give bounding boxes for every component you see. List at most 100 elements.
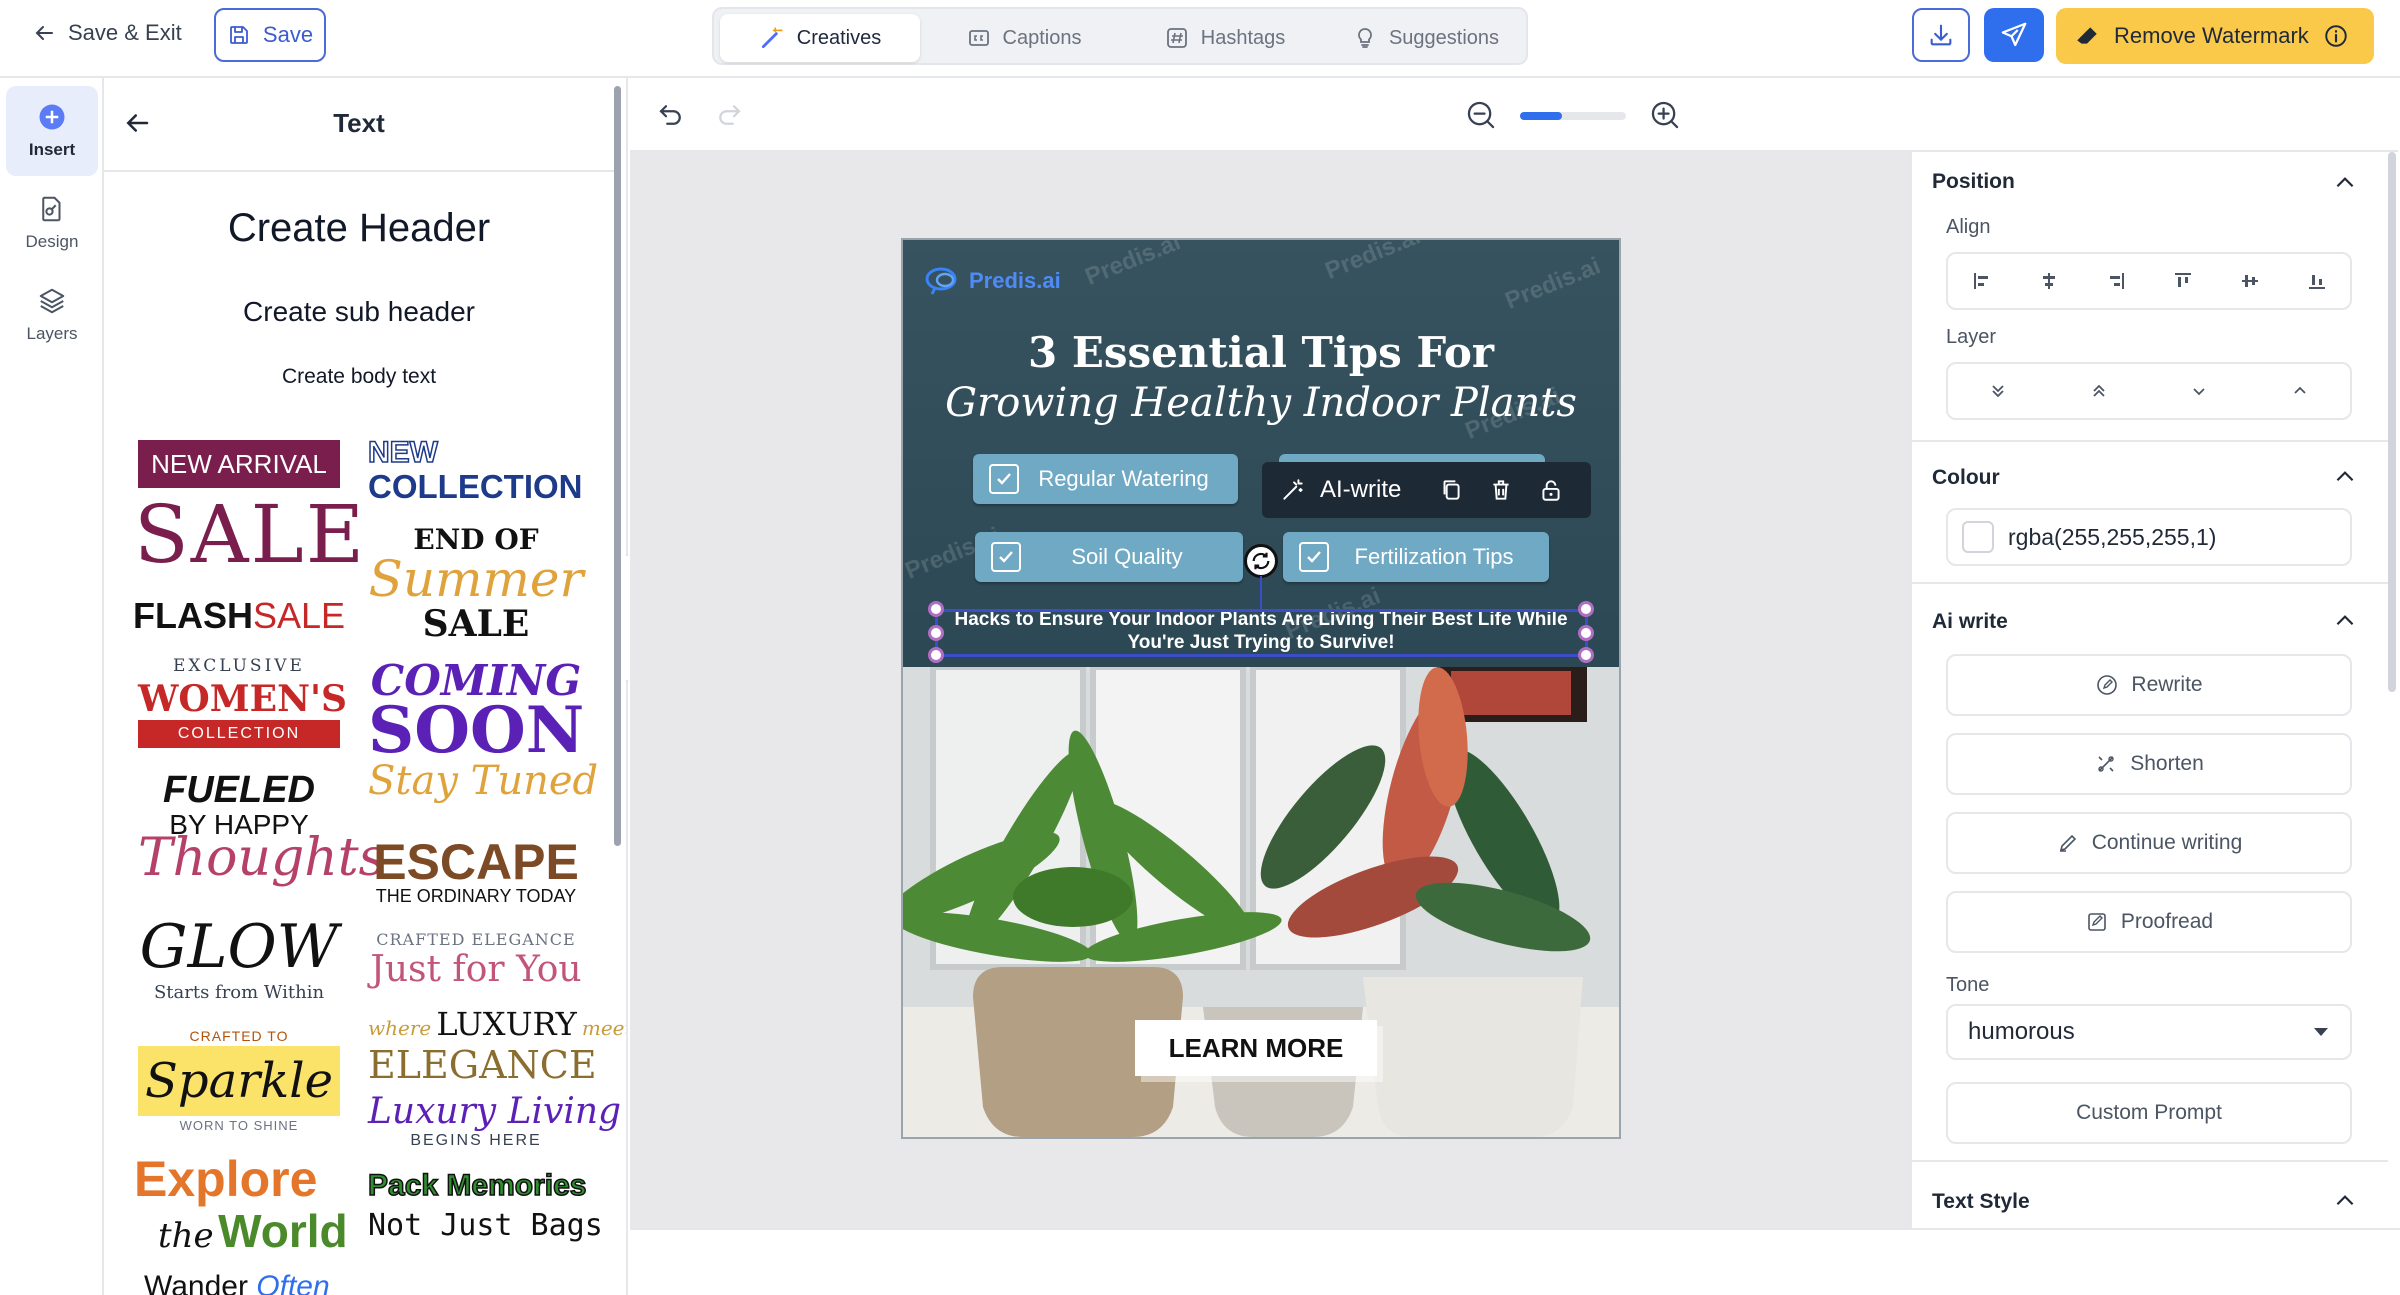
align-top-icon[interactable] xyxy=(2171,269,2195,293)
template-new[interactable]: NEW xyxy=(367,435,584,470)
resize-handle[interactable] xyxy=(1578,647,1594,663)
zoom-in-icon[interactable] xyxy=(1648,98,1682,132)
resize-handle[interactable] xyxy=(928,647,944,663)
template-begins-here[interactable]: BEGINS HERE xyxy=(368,1132,584,1150)
send-to-back-icon[interactable] xyxy=(1986,379,2010,403)
text-style-section-title[interactable]: Text Style xyxy=(1932,1190,2030,1214)
save-exit-button[interactable]: Save & Exit xyxy=(32,20,182,46)
resize-handle[interactable] xyxy=(928,625,944,641)
template-pack-memories[interactable]: Pack Memories xyxy=(367,1168,587,1204)
template-luxury-living[interactable]: Luxury Living xyxy=(368,1092,621,1132)
template-new-arrival[interactable]: NEW ARRIVAL xyxy=(138,440,340,488)
resize-handle[interactable] xyxy=(1578,625,1594,641)
magic-wand-icon[interactable] xyxy=(1280,477,1306,503)
continue-writing-button[interactable]: Continue writing xyxy=(1946,812,2352,874)
template-womens[interactable]: WOMEN'S xyxy=(138,678,347,720)
tone-select[interactable]: humorous xyxy=(1946,1004,2352,1060)
template-crafted-to[interactable]: CRAFTED TO xyxy=(138,1028,340,1044)
ai-write-section-title[interactable]: Ai write xyxy=(1932,610,2008,634)
custom-prompt-button[interactable]: Custom Prompt xyxy=(1946,1082,2352,1144)
chevron-up-icon[interactable] xyxy=(2332,464,2358,490)
redo-icon[interactable] xyxy=(714,100,744,130)
colour-section-title[interactable]: Colour xyxy=(1932,466,2000,490)
rail-design[interactable]: Design xyxy=(6,178,98,268)
rail-layers[interactable]: Layers xyxy=(6,270,98,360)
tab-creatives[interactable]: Creatives xyxy=(720,14,920,62)
chevron-up-icon[interactable] xyxy=(2332,170,2358,196)
zoom-out-icon[interactable] xyxy=(1464,98,1498,132)
align-middle-v-icon[interactable] xyxy=(2238,269,2262,293)
template-starts-within[interactable]: Starts from Within xyxy=(138,982,340,1003)
template-crafted-elegance[interactable]: CRAFTED ELEGANCE xyxy=(368,930,584,949)
resize-handle[interactable] xyxy=(1578,601,1594,617)
create-body-option[interactable]: Create body text xyxy=(104,365,614,389)
align-center-h-icon[interactable] xyxy=(2037,269,2061,293)
template-glow[interactable]: GLOW xyxy=(134,916,344,978)
colour-field[interactable]: rgba(255,255,255,1) xyxy=(1946,508,2352,566)
unlock-icon[interactable] xyxy=(1538,477,1564,503)
download-button[interactable] xyxy=(1912,8,1970,62)
proofread-button[interactable]: Proofread xyxy=(1946,891,2352,953)
template-wander-often[interactable]: Wander Often xyxy=(144,1270,344,1295)
chevron-up-icon[interactable] xyxy=(2332,1188,2358,1214)
template-summer[interactable]: Summer xyxy=(368,552,584,606)
template-fueled[interactable]: FUELED xyxy=(138,770,340,810)
trash-icon[interactable] xyxy=(1488,477,1514,503)
rotate-handle[interactable] xyxy=(1244,544,1278,578)
template-soon[interactable]: SOON xyxy=(368,698,584,764)
position-section-title[interactable]: Position xyxy=(1932,170,2015,194)
template-collection-small[interactable]: COLLECTION xyxy=(138,720,340,748)
template-collection[interactable]: COLLECTION xyxy=(368,468,584,506)
create-subheader-option[interactable]: Create sub header xyxy=(104,296,614,328)
tip-chip[interactable]: Fertilization Tips xyxy=(1283,532,1549,582)
save-button[interactable]: Save xyxy=(214,8,326,62)
template-end-sale[interactable]: SALE xyxy=(368,604,584,644)
rewrite-button[interactable]: Rewrite xyxy=(1946,654,2352,716)
creative-title[interactable]: 3 Essential Tips For xyxy=(903,328,1619,377)
align-left-icon[interactable] xyxy=(1970,269,1994,293)
tip-chip[interactable]: Regular Watering xyxy=(973,454,1238,504)
template-just-for-you[interactable]: Just for You xyxy=(368,950,584,990)
copy-icon[interactable] xyxy=(1438,477,1464,503)
create-header-option[interactable]: Create Header xyxy=(104,206,614,251)
zoom-slider[interactable] xyxy=(1520,112,1626,120)
bring-to-front-icon[interactable] xyxy=(2087,379,2111,403)
tab-hashtags[interactable]: Hashtags xyxy=(1126,14,1324,62)
send-backward-icon[interactable] xyxy=(2187,379,2211,403)
ai-write-button[interactable]: AI-write xyxy=(1320,476,1420,504)
shorten-icon xyxy=(2094,752,2118,776)
cta-button[interactable]: LEARN MORE xyxy=(1135,1020,1377,1076)
rail-insert[interactable]: Insert xyxy=(6,86,98,176)
template-explore[interactable]: Explore xyxy=(134,1152,344,1206)
remove-watermark-button[interactable]: Remove Watermark xyxy=(2056,8,2374,64)
properties-scrollbar[interactable] xyxy=(2388,152,2396,692)
tab-captions[interactable]: Captions xyxy=(926,14,1122,62)
align-right-icon[interactable] xyxy=(2104,269,2128,293)
creative-title-line2[interactable]: Growing Healthy Indoor Plants xyxy=(903,380,1619,426)
publish-button[interactable] xyxy=(1984,8,2044,62)
template-escape[interactable]: ESCAPE xyxy=(368,836,584,888)
template-ordinary-today[interactable]: THE ORDINARY TODAY xyxy=(368,886,584,907)
undo-icon[interactable] xyxy=(656,100,686,130)
bring-forward-icon[interactable] xyxy=(2288,379,2312,403)
align-bottom-icon[interactable] xyxy=(2305,269,2329,293)
panel-scrollbar[interactable] xyxy=(614,86,621,846)
template-not-just-bags[interactable]: Not Just Bags xyxy=(368,1208,603,1244)
template-stay-tuned[interactable]: Stay Tuned xyxy=(368,758,598,804)
chevron-up-icon[interactable] xyxy=(2332,608,2358,634)
template-exclusive[interactable]: EXCLUSIVE xyxy=(138,656,340,676)
resize-handle[interactable] xyxy=(928,601,944,617)
tab-creatives-label: Creatives xyxy=(796,26,882,49)
template-thoughts[interactable]: Thoughts xyxy=(138,830,385,886)
template-the-world[interactable]: the World xyxy=(158,1206,348,1268)
template-sale[interactable]: SALE xyxy=(134,492,364,578)
shorten-button[interactable]: Shorten xyxy=(1946,733,2352,795)
template-worn-to-shine[interactable]: WORN TO SHINE xyxy=(138,1118,340,1133)
colour-swatch[interactable] xyxy=(1962,521,1994,553)
template-flash-sale[interactable]: FLASHSALE xyxy=(132,596,346,636)
tab-suggestions[interactable]: Suggestions xyxy=(1328,14,1524,62)
tip-chip[interactable]: Soil Quality xyxy=(975,532,1243,582)
template-elegance[interactable]: ELEGANCE xyxy=(368,1044,597,1086)
creative-canvas[interactable]: Predis.ai Predis.ai Predis.ai Predis.ai … xyxy=(903,240,1619,1137)
template-sparkle[interactable]: Sparkle xyxy=(138,1046,340,1116)
